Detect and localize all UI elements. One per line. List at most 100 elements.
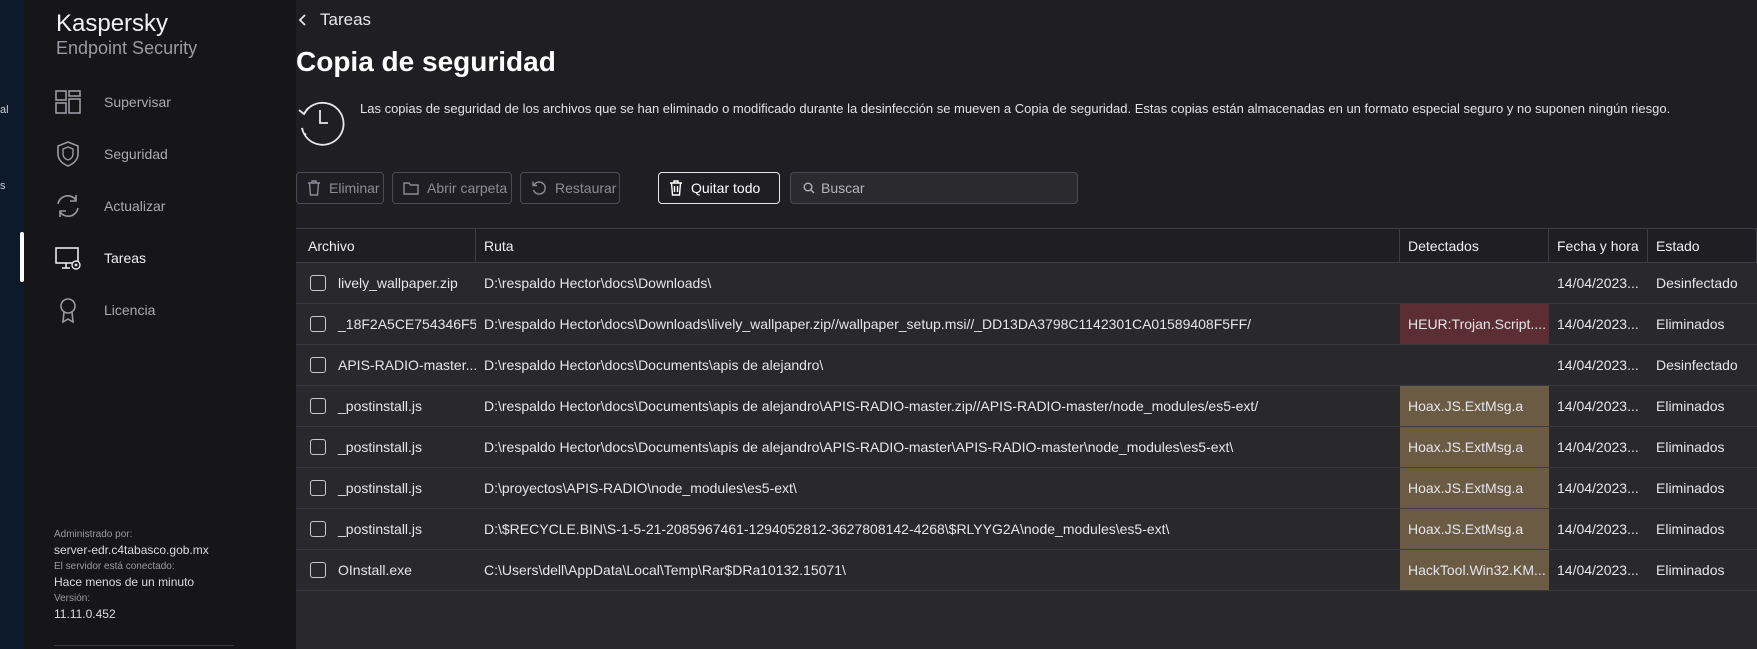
table-header: Archivo Ruta Detectados Fecha y hora Est… xyxy=(296,229,1757,263)
refresh-icon xyxy=(57,195,79,217)
managed-by-label: Administrado por: xyxy=(54,529,133,540)
cell-detected: Hoax.JS.ExtMsg.a xyxy=(1400,427,1549,467)
column-header-estado[interactable]: Estado xyxy=(1648,229,1757,263)
cell-file: _postinstall.js xyxy=(338,398,423,414)
sidebar-divider xyxy=(54,645,234,646)
back-link-label: Tareas xyxy=(320,10,372,29)
delete-button[interactable]: Eliminar xyxy=(296,172,384,204)
cell-date: 14/04/2023... xyxy=(1557,480,1639,496)
dashboard-icon xyxy=(55,90,81,114)
cell-detected: Hoax.JS.ExtMsg.a xyxy=(1400,468,1549,508)
restore-icon xyxy=(532,181,546,195)
table-row[interactable]: _postinstall.js D:\respaldo Hector\docs\… xyxy=(296,427,1757,468)
version-value: 11.11.0.452 xyxy=(54,607,116,621)
column-header-fecha[interactable]: Fecha y hora xyxy=(1549,229,1648,263)
row-checkbox[interactable] xyxy=(310,521,326,537)
cell-date: 14/04/2023... xyxy=(1557,316,1639,332)
cell-date: 14/04/2023... xyxy=(1557,439,1639,455)
chevron-left-icon xyxy=(298,14,306,26)
search-box[interactable] xyxy=(790,172,1078,204)
cell-status: Desinfectado xyxy=(1656,275,1738,291)
open-folder-button-label: Abrir carpeta xyxy=(427,180,508,196)
cell-date: 14/04/2023... xyxy=(1557,521,1639,537)
sidebar-item-tareas[interactable]: Tareas xyxy=(24,232,296,284)
edge-text-fragment: s xyxy=(0,180,6,192)
cell-path: D:\respaldo Hector\docs\Downloads\ xyxy=(484,275,712,291)
table-row[interactable]: APIS-RADIO-master.... D:\respaldo Hector… xyxy=(296,345,1757,386)
restore-button-label: Restaurar xyxy=(555,180,617,196)
search-input[interactable] xyxy=(821,180,1061,196)
shield-icon xyxy=(57,141,79,167)
row-checkbox[interactable] xyxy=(310,480,326,496)
cell-detected: HackTool.Win32.KM... xyxy=(1400,550,1549,590)
cell-date: 14/04/2023... xyxy=(1557,398,1639,414)
cell-path: D:\proyectos\APIS-RADIO\node_modules\es5… xyxy=(484,480,797,496)
remove-all-button[interactable]: Quitar todo xyxy=(658,172,780,204)
column-header-archivo[interactable]: Archivo xyxy=(296,229,476,263)
backup-clock-icon xyxy=(298,101,345,146)
cell-file: _18F2A5CE754346F5... xyxy=(338,316,476,332)
row-checkbox[interactable] xyxy=(310,357,326,373)
table-row[interactable]: _18F2A5CE754346F5... D:\respaldo Hector\… xyxy=(296,304,1757,345)
cell-file: _postinstall.js xyxy=(338,480,423,496)
tasks-monitor-icon xyxy=(55,247,81,270)
sidebar-item-label: Licencia xyxy=(104,302,156,318)
cell-path: D:\respaldo Hector\docs\Documents\apis d… xyxy=(484,398,1259,414)
cell-status: Eliminados xyxy=(1656,521,1725,537)
cell-status: Eliminados xyxy=(1656,439,1725,455)
table-row[interactable]: _postinstall.js D:\$RECYCLE.BIN\S-1-5-21… xyxy=(296,509,1757,550)
cell-detected: Hoax.JS.ExtMsg.a xyxy=(1400,509,1549,549)
trash-icon xyxy=(670,180,682,196)
back-link[interactable]: Tareas xyxy=(296,10,371,30)
table-row[interactable]: _postinstall.js D:\respaldo Hector\docs\… xyxy=(296,386,1757,427)
brand-name: Kaspersky xyxy=(56,10,169,37)
sidebar-item-label: Actualizar xyxy=(104,198,166,214)
cell-path: D:\respaldo Hector\docs\Documents\apis d… xyxy=(484,357,824,373)
row-checkbox[interactable] xyxy=(310,562,326,578)
backup-table: Archivo Ruta Detectados Fecha y hora Est… xyxy=(296,228,1757,649)
delete-button-label: Eliminar xyxy=(329,180,380,196)
cell-path: D:\respaldo Hector\docs\Downloads\lively… xyxy=(484,316,1252,332)
server-connected-value: Hace menos de un minuto xyxy=(54,575,195,589)
sidebar-item-label: Supervisar xyxy=(104,94,171,110)
table-row[interactable]: _postinstall.js D:\proyectos\APIS-RADIO\… xyxy=(296,468,1757,509)
cell-status: Desinfectado xyxy=(1656,357,1738,373)
sidebar-item-seguridad[interactable]: Seguridad xyxy=(24,128,296,180)
row-checkbox[interactable] xyxy=(310,439,326,455)
sidebar-item-label: Tareas xyxy=(104,250,147,266)
cell-date: 14/04/2023... xyxy=(1557,357,1639,373)
managed-by-value: server-edr.c4tabasco.gob.mx xyxy=(54,543,209,557)
cell-date: 14/04/2023... xyxy=(1557,275,1639,291)
open-folder-button[interactable]: Abrir carpeta xyxy=(392,172,512,204)
version-label: Versión: xyxy=(54,593,91,604)
sidebar-item-licencia[interactable]: Licencia xyxy=(24,284,296,336)
cell-status: Eliminados xyxy=(1656,398,1725,414)
row-checkbox[interactable] xyxy=(310,398,326,414)
edge-text-fragment: al xyxy=(0,104,9,116)
sidebar: Kaspersky Endpoint Security Supervisar S… xyxy=(24,0,296,649)
cell-path: C:\Users\dell\AppData\Local\Temp\Rar$DRa… xyxy=(484,562,846,578)
trash-icon xyxy=(308,180,320,196)
cell-status: Eliminados xyxy=(1656,480,1725,496)
cell-path: D:\respaldo Hector\docs\Documents\apis d… xyxy=(484,439,1234,455)
cell-file: _postinstall.js xyxy=(338,439,423,455)
license-ribbon-icon xyxy=(60,298,76,324)
cell-date: 14/04/2023... xyxy=(1557,562,1639,578)
sidebar-item-actualizar[interactable]: Actualizar xyxy=(24,180,296,232)
cell-detected: HEUR:Trojan.Script.... xyxy=(1400,304,1549,344)
sidebar-item-label: Seguridad xyxy=(104,146,168,162)
column-header-detectados[interactable]: Detectados xyxy=(1400,229,1549,263)
table-row[interactable]: OInstall.exe C:\Users\dell\AppData\Local… xyxy=(296,550,1757,591)
restore-button[interactable]: Restaurar xyxy=(520,172,620,204)
cell-detected xyxy=(1400,263,1549,303)
row-checkbox[interactable] xyxy=(310,316,326,332)
table-row[interactable]: lively_wallpaper.zip D:\respaldo Hector\… xyxy=(296,263,1757,304)
column-header-ruta[interactable]: Ruta xyxy=(476,229,1400,263)
server-connected-label: El servidor está conectado: xyxy=(54,561,175,572)
page-description: Las copias de seguridad de los archivos … xyxy=(360,101,1671,116)
row-checkbox[interactable] xyxy=(310,275,326,291)
brand-product: Endpoint Security xyxy=(56,38,198,58)
search-icon xyxy=(803,182,815,194)
sidebar-item-supervisar[interactable]: Supervisar xyxy=(24,76,296,128)
background-window-edge: al s xyxy=(0,0,24,649)
